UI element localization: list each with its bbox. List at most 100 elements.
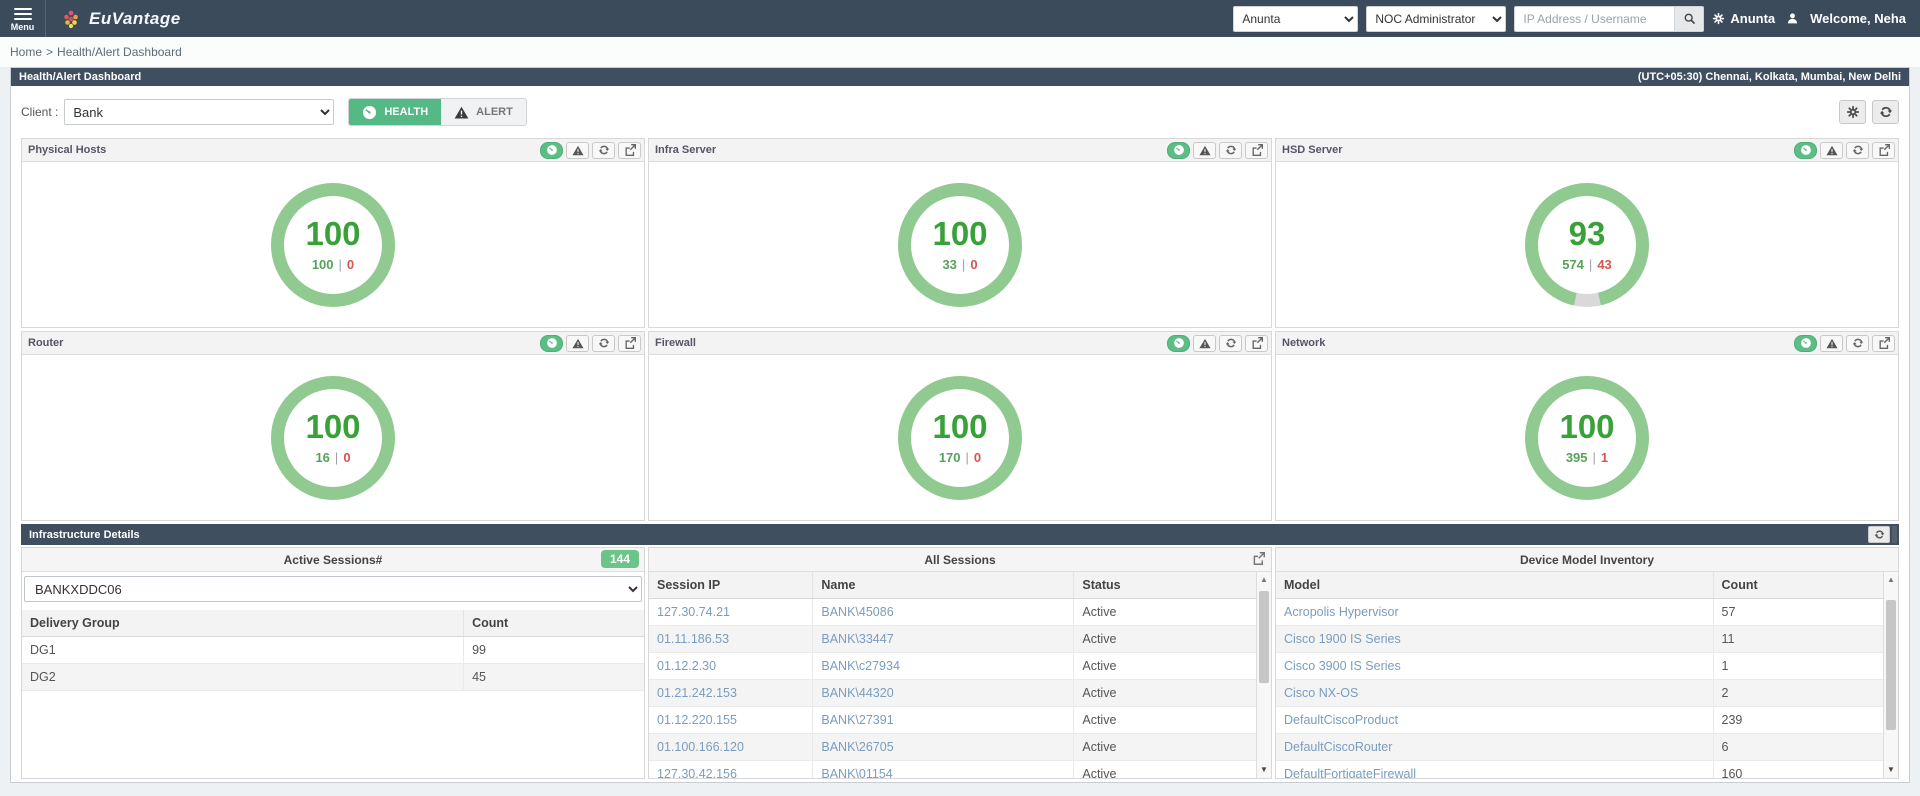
cell-link[interactable]: BANK\44320: [821, 686, 893, 700]
alert-view-icon-button[interactable]: [1820, 142, 1843, 159]
search-group: [1514, 6, 1704, 32]
cell[interactable]: 01.12.220.155: [649, 707, 813, 734]
refresh-button[interactable]: [1872, 100, 1899, 124]
search-input[interactable]: [1514, 6, 1674, 32]
health-gauge-ring: 100 395|1: [1525, 376, 1649, 500]
all-sessions-open-icon[interactable]: [1252, 552, 1265, 565]
device-model-scrollbar[interactable]: ▲ ▼: [1883, 572, 1898, 778]
cell-link[interactable]: BANK\45086: [821, 605, 893, 619]
cell[interactable]: BANK\44320: [813, 680, 1074, 707]
gear-icon[interactable]: [1712, 12, 1725, 25]
cell-link[interactable]: 01.11.186.53: [657, 632, 729, 646]
settings-gear-button[interactable]: [1839, 100, 1866, 124]
alert-view-icon-button[interactable]: [1193, 335, 1216, 352]
cell-link[interactable]: 01.12.2.30: [657, 659, 716, 673]
cell-link[interactable]: 01.100.166.120: [657, 740, 744, 754]
cell[interactable]: 01.12.2.30: [649, 653, 813, 680]
cell[interactable]: Cisco 1900 IS Series: [1276, 626, 1713, 653]
cell[interactable]: 127.30.74.21: [649, 599, 813, 626]
panel-refresh-icon-button[interactable]: [1846, 335, 1869, 352]
panel-refresh-icon-button[interactable]: [1846, 142, 1869, 159]
cell[interactable]: BANK\33447: [813, 626, 1074, 653]
gauge-separator: |: [966, 450, 969, 465]
client-select[interactable]: Bank: [64, 99, 334, 125]
cell-link[interactable]: Acropolis Hypervisor: [1284, 605, 1399, 619]
cell[interactable]: DefaultCiscoRouter: [1276, 734, 1713, 761]
cell-link[interactable]: 01.21.242.153: [657, 686, 737, 700]
cell[interactable]: DefaultCiscoProduct: [1276, 707, 1713, 734]
scrollbar-thumb[interactable]: [1259, 591, 1269, 683]
cell[interactable]: Cisco 3900 IS Series: [1276, 653, 1713, 680]
cell-link[interactable]: BANK\33447: [821, 632, 893, 646]
cell-link[interactable]: Cisco 3900 IS Series: [1284, 659, 1401, 673]
infrastructure-refresh-button[interactable]: [1868, 526, 1890, 543]
scroll-up-icon[interactable]: ▲: [1887, 572, 1895, 588]
cell[interactable]: BANK\c27934: [813, 653, 1074, 680]
cell-link[interactable]: Cisco NX-OS: [1284, 686, 1358, 700]
org-select[interactable]: Anunta: [1233, 6, 1358, 32]
search-button[interactable]: [1674, 6, 1704, 32]
alert-view-icon-button[interactable]: [1193, 142, 1216, 159]
cell[interactable]: DefaultFortigateFirewall: [1276, 761, 1713, 779]
alert-view-icon-button[interactable]: [566, 335, 589, 352]
scroll-down-icon[interactable]: ▼: [1887, 762, 1895, 778]
open-external-icon-button[interactable]: [1872, 335, 1895, 352]
org-label[interactable]: Anunta: [1730, 11, 1775, 26]
health-view-icon-button[interactable]: [1167, 142, 1190, 159]
cell-link[interactable]: DefaultCiscoProduct: [1284, 713, 1398, 727]
cell[interactable]: 01.100.166.120: [649, 734, 813, 761]
scroll-up-icon[interactable]: ▲: [1260, 572, 1268, 588]
cell[interactable]: Acropolis Hypervisor: [1276, 599, 1713, 626]
cell[interactable]: 127.30.42.156: [649, 761, 813, 779]
alert-view-icon-button[interactable]: [566, 142, 589, 159]
panel-refresh-icon-button[interactable]: [1219, 142, 1242, 159]
alert-toggle-button[interactable]: ALERT: [441, 99, 526, 125]
cell-link[interactable]: BANK\27391: [821, 713, 893, 727]
cell-link[interactable]: BANK\26705: [821, 740, 893, 754]
cell-link[interactable]: DefaultFortigateFirewall: [1284, 767, 1416, 778]
user-icon[interactable]: [1786, 12, 1799, 25]
cell-link[interactable]: 127.30.74.21: [657, 605, 730, 619]
gauge-bad-count: 0: [343, 450, 350, 465]
panel-refresh-icon-button[interactable]: [592, 335, 615, 352]
scrollbar-thumb[interactable]: [1892, 526, 1897, 543]
health-view-icon-button[interactable]: [1794, 142, 1817, 159]
alert-view-icon-button[interactable]: [1820, 335, 1843, 352]
open-external-icon-button[interactable]: [1245, 335, 1268, 352]
health-view-icon-button[interactable]: [1794, 335, 1817, 352]
gauge-value: 93: [1569, 217, 1606, 250]
cell-link[interactable]: Cisco 1900 IS Series: [1284, 632, 1401, 646]
gauge-separator: |: [962, 257, 965, 272]
cell[interactable]: 01.11.186.53: [649, 626, 813, 653]
open-external-icon-button[interactable]: [618, 142, 641, 159]
menu-button[interactable]: Menu: [0, 0, 46, 37]
open-external-icon-button[interactable]: [1872, 142, 1895, 159]
cell[interactable]: BANK\26705: [813, 734, 1074, 761]
health-toggle-button[interactable]: HEALTH: [349, 99, 441, 125]
breadcrumb-home[interactable]: Home: [10, 45, 42, 59]
cell-link[interactable]: BANK\01154: [821, 767, 892, 778]
delivery-controller-select[interactable]: BANKXDDC06: [24, 576, 642, 602]
panel-refresh-icon-button[interactable]: [1219, 335, 1242, 352]
scrollbar-thumb[interactable]: [1886, 600, 1896, 730]
cell[interactable]: Cisco NX-OS: [1276, 680, 1713, 707]
cell-link[interactable]: 01.12.220.155: [657, 713, 737, 727]
health-view-icon-button[interactable]: [1167, 335, 1190, 352]
health-view-icon-button[interactable]: [540, 335, 563, 352]
role-select[interactable]: NOC Administrator: [1366, 6, 1506, 32]
cell[interactable]: BANK\01154: [813, 761, 1074, 779]
cell[interactable]: BANK\45086: [813, 599, 1074, 626]
all-sessions-scrollbar[interactable]: ▲ ▼: [1256, 572, 1271, 778]
panel-title: Firewall: [655, 337, 1164, 349]
cell-link[interactable]: BANK\c27934: [821, 659, 900, 673]
open-external-icon-button[interactable]: [618, 335, 641, 352]
cell-link[interactable]: DefaultCiscoRouter: [1284, 740, 1392, 754]
open-external-icon-button[interactable]: [1245, 142, 1268, 159]
scroll-down-icon[interactable]: ▼: [1260, 762, 1268, 778]
cell[interactable]: 01.21.242.153: [649, 680, 813, 707]
cell-link[interactable]: 127.30.42.156: [657, 767, 737, 778]
health-view-icon-button[interactable]: [540, 142, 563, 159]
gauge-value: 100: [305, 410, 360, 443]
cell[interactable]: BANK\27391: [813, 707, 1074, 734]
panel-refresh-icon-button[interactable]: [592, 142, 615, 159]
